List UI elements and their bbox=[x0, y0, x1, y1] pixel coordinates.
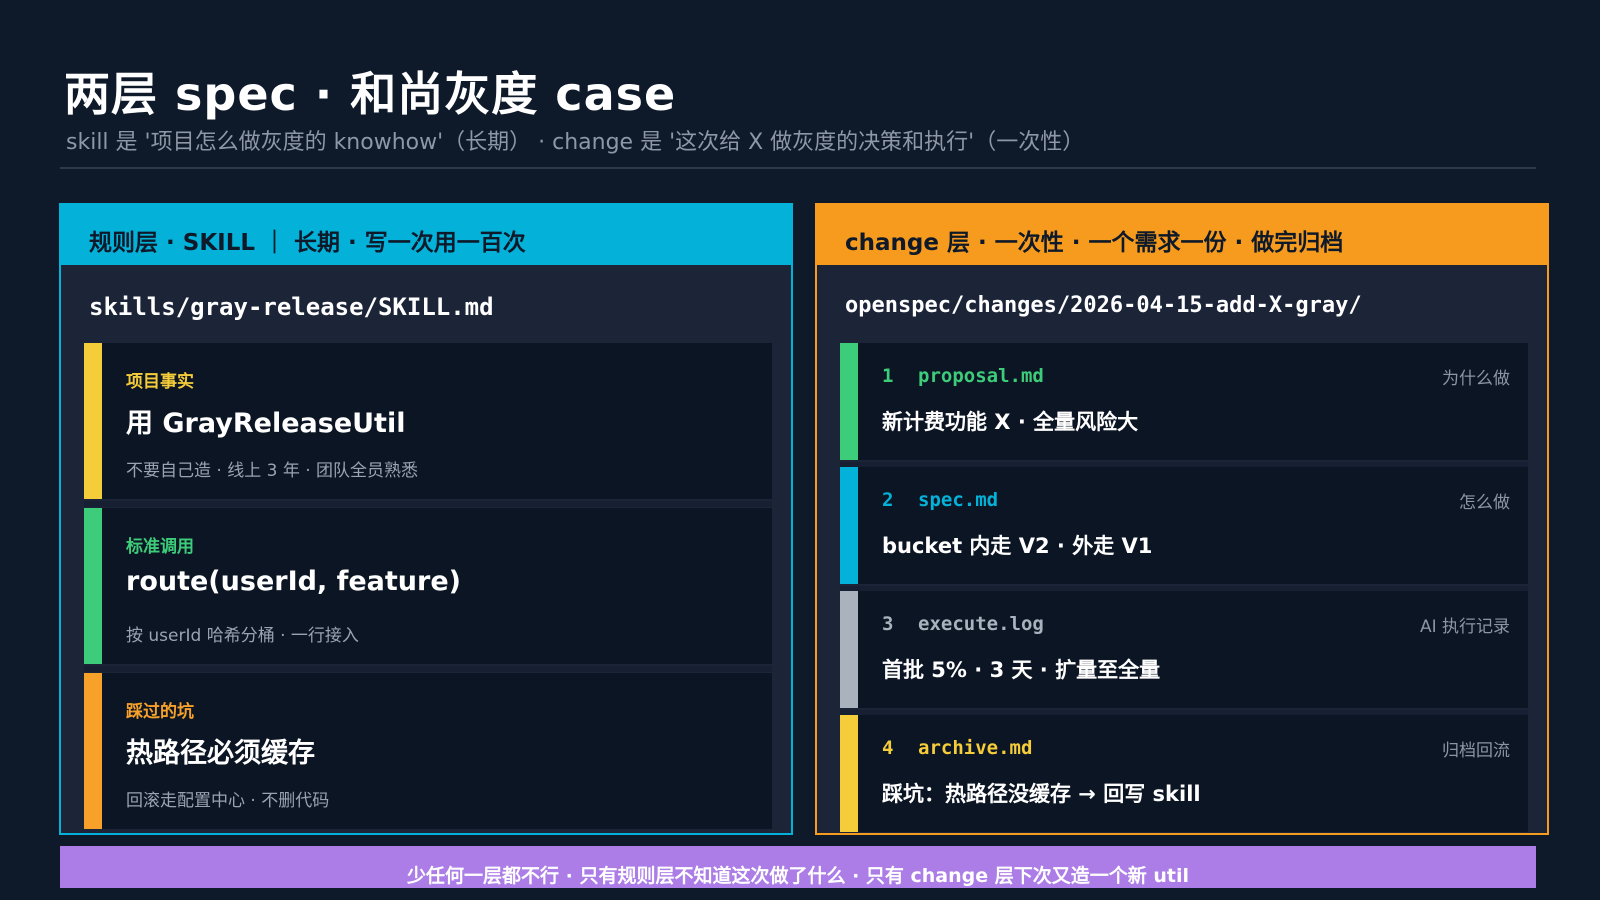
card-accent-bar bbox=[84, 673, 102, 829]
card-heading: route(userId, feature) bbox=[126, 566, 461, 597]
card-accent-bar bbox=[840, 343, 858, 460]
card-note: 按 userId 哈希分桶 · 一行接入 bbox=[126, 626, 359, 646]
card-heading: 热路径必须缓存 bbox=[126, 738, 315, 769]
skill-card-facts: 项目事实 用 GrayReleaseUtil 不要自己造 · 线上 3 年 · … bbox=[84, 343, 772, 507]
step-file-name: execute.log bbox=[918, 613, 1044, 635]
change-card-proposal: 1 proposal.md 为什么做 新计费功能 X · 全量风险大 bbox=[840, 343, 1528, 468]
step-file-name: archive.md bbox=[918, 737, 1033, 759]
card-accent-bar bbox=[840, 715, 858, 832]
card-tag: 踩过的坑 bbox=[126, 702, 194, 722]
card-tag: 标准调用 bbox=[126, 537, 194, 557]
card-accent-bar bbox=[84, 508, 102, 664]
skill-file-path: skills/gray-release/SKILL.md bbox=[89, 293, 494, 321]
step-file-name: spec.md bbox=[918, 489, 999, 511]
step-number: 2 bbox=[882, 489, 894, 511]
step-number: 4 bbox=[882, 737, 894, 759]
step-description: 首批 5% · 3 天 · 扩量至全量 bbox=[882, 658, 1161, 682]
step-number: 1 bbox=[882, 365, 894, 387]
skill-panel-header: 规则层 · SKILL ｜ 长期 · 写一次用一百次 bbox=[61, 205, 791, 265]
step-file-name: proposal.md bbox=[918, 365, 1044, 387]
step-description: 新计费功能 X · 全量风险大 bbox=[882, 410, 1139, 434]
change-card-archive: 4 archive.md 归档回流 踩坑：热路径没缓存 → 回写 skill bbox=[840, 715, 1528, 832]
page-title: 两层 spec · 和尚灰度 case bbox=[64, 67, 677, 121]
card-divider bbox=[84, 501, 772, 507]
divider bbox=[60, 167, 1536, 169]
change-panel: change 层 · 一次性 · 一个需求一份 · 做完归档 openspec/… bbox=[815, 203, 1549, 835]
card-accent-bar bbox=[84, 343, 102, 499]
step-purpose: AI 执行记录 bbox=[1419, 617, 1510, 637]
change-card-spec: 2 spec.md 怎么做 bucket 内走 V2 · 外走 V1 bbox=[840, 467, 1528, 592]
skill-card-standard-call: 标准调用 route(userId, feature) 按 userId 哈希分… bbox=[84, 508, 772, 672]
skill-card-pitfalls: 踩过的坑 热路径必须缓存 回滚走配置中心 · 不删代码 bbox=[84, 673, 772, 829]
step-description: 踩坑：热路径没缓存 → 回写 skill bbox=[882, 782, 1201, 806]
step-purpose: 怎么做 bbox=[1459, 493, 1510, 513]
page-subtitle: skill 是 '项目怎么做灰度的 knowhow'（长期） · change … bbox=[66, 130, 1085, 155]
card-note: 回滚走配置中心 · 不删代码 bbox=[126, 791, 330, 811]
step-description: bucket 内走 V2 · 外走 V1 bbox=[882, 534, 1153, 558]
card-heading: 用 GrayReleaseUtil bbox=[126, 408, 406, 439]
card-divider bbox=[84, 666, 772, 672]
skill-panel: 规则层 · SKILL ｜ 长期 · 写一次用一百次 skills/gray-r… bbox=[59, 203, 793, 835]
step-purpose: 归档回流 bbox=[1442, 741, 1510, 761]
change-dir-path: openspec/changes/2026-04-15-add-X-gray/ bbox=[845, 293, 1362, 318]
card-accent-bar bbox=[840, 591, 858, 708]
card-note: 不要自己造 · 线上 3 年 · 团队全员熟悉 bbox=[126, 461, 419, 481]
card-tag: 项目事实 bbox=[126, 372, 194, 392]
card-accent-bar bbox=[840, 467, 858, 584]
step-number: 3 bbox=[882, 613, 894, 635]
change-card-execute-log: 3 execute.log AI 执行记录 首批 5% · 3 天 · 扩量至全… bbox=[840, 591, 1528, 716]
step-purpose: 为什么做 bbox=[1442, 369, 1510, 389]
change-panel-header: change 层 · 一次性 · 一个需求一份 · 做完归档 bbox=[817, 205, 1547, 265]
footer-banner: 少任何一层都不行 · 只有规则层不知道这次做了什么 · 只有 change 层下… bbox=[60, 846, 1536, 888]
